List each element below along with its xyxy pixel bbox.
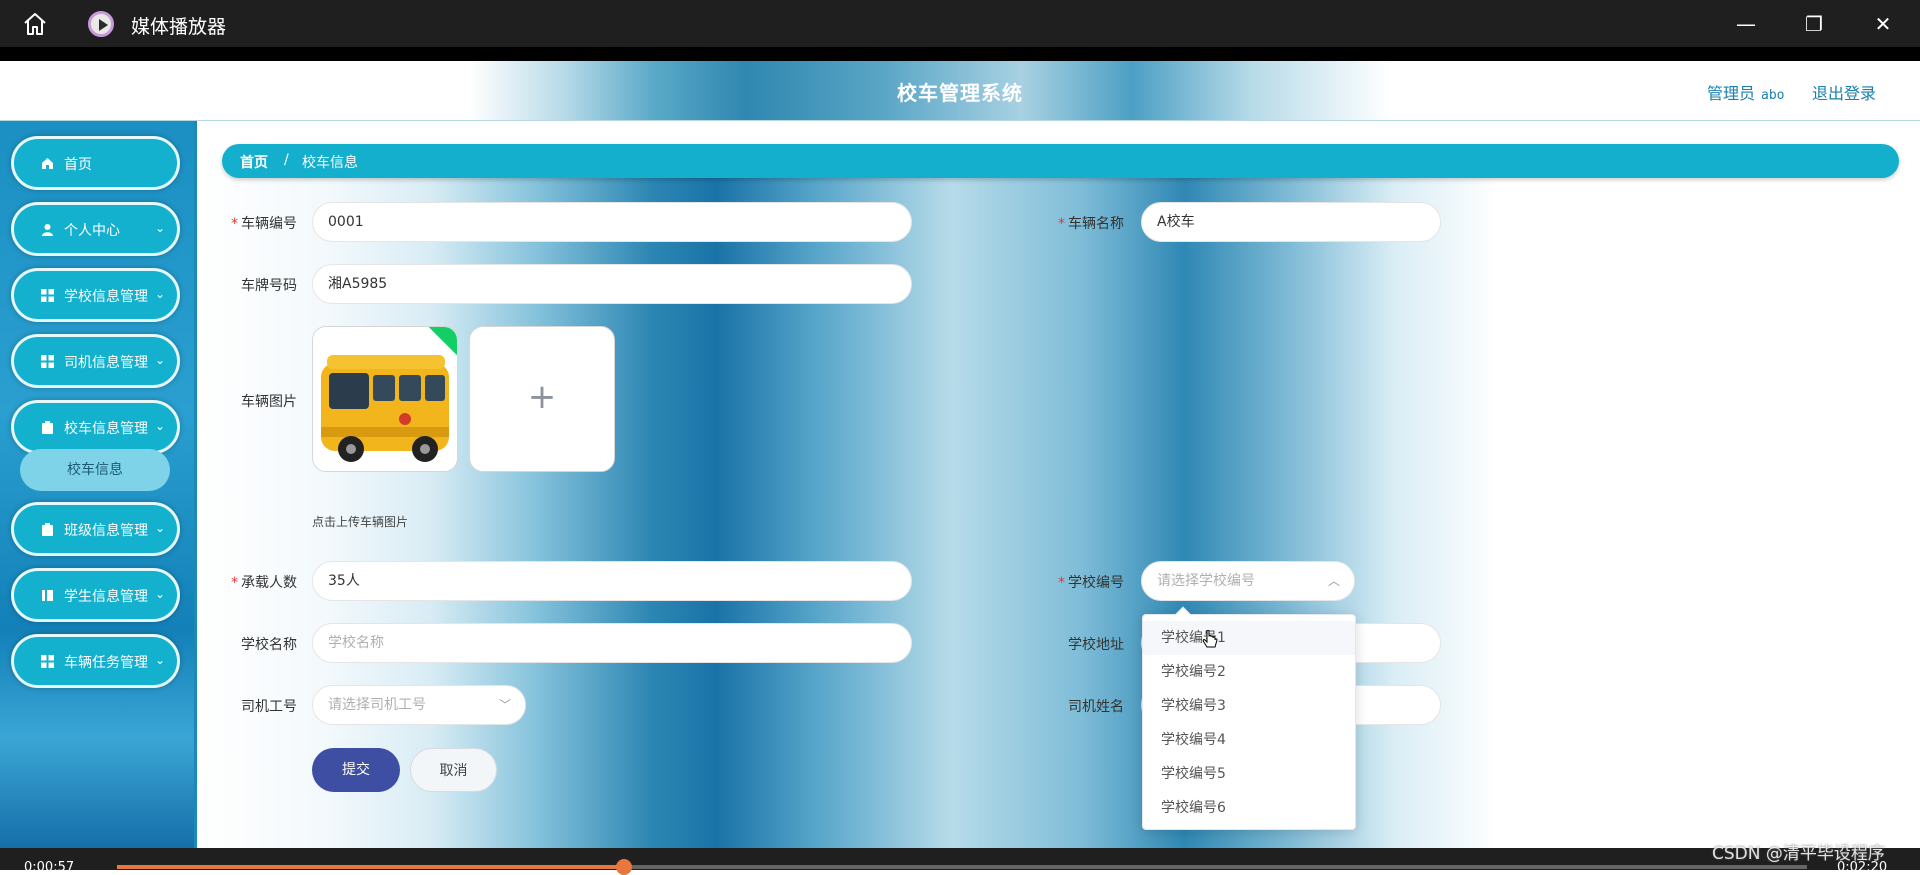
chevron-down-icon: ⌄ bbox=[154, 587, 165, 601]
school-name-input[interactable]: 学校名称 bbox=[312, 623, 912, 663]
vehicle-name-input[interactable]: A校车 bbox=[1141, 202, 1441, 242]
app-header: 校车管理系统 管理员 abo 退出登录 bbox=[0, 61, 1920, 121]
breadcrumb-separator: / bbox=[284, 152, 289, 168]
capacity-input[interactable]: 35人 bbox=[312, 561, 912, 601]
sidebar-item-label: 学生信息管理 bbox=[64, 589, 148, 605]
sidebar-item-label: 首页 bbox=[64, 157, 92, 173]
sidebar-item-label: 班级信息管理 bbox=[64, 523, 148, 539]
mouse-cursor-icon bbox=[1202, 630, 1218, 648]
required-mark: * bbox=[1058, 216, 1065, 232]
sidebar-item-home[interactable]: 首页 bbox=[11, 136, 180, 190]
required-mark: * bbox=[231, 575, 238, 591]
school-no-label: * 学校编号 bbox=[1058, 575, 1124, 591]
grid-icon bbox=[41, 655, 54, 668]
upload-add-button[interactable]: + bbox=[469, 326, 615, 472]
home-icon[interactable] bbox=[22, 12, 48, 36]
driver-no-select[interactable]: 请选择司机工号 ﹀ bbox=[312, 685, 526, 725]
media-player-logo-icon bbox=[88, 11, 114, 37]
grid-icon bbox=[41, 289, 54, 302]
chevron-down-icon: ﹀ bbox=[498, 698, 511, 712]
admin-info: 管理员 abo bbox=[1707, 80, 1785, 104]
sidebar-item-school-management[interactable]: 学校信息管理 ⌄ bbox=[11, 268, 180, 322]
uploaded-bus-image[interactable] bbox=[312, 326, 458, 472]
chevron-down-icon: ⌄ bbox=[154, 653, 165, 667]
sidebar-item-driver-management[interactable]: 司机信息管理 ⌄ bbox=[11, 334, 180, 388]
admin-label: 管理员 bbox=[1707, 84, 1756, 103]
sidebar-item-task-management[interactable]: 车辆任务管理 ⌄ bbox=[11, 634, 180, 688]
dropdown-option[interactable]: 学校编号3 bbox=[1143, 689, 1355, 723]
sidebar-item-label: 车辆任务管理 bbox=[64, 655, 148, 671]
chevron-up-icon: ︿ bbox=[1327, 574, 1340, 588]
breadcrumb-home[interactable]: 首页 bbox=[240, 152, 268, 172]
close-button[interactable]: ✕ bbox=[1868, 10, 1898, 38]
chevron-down-icon: ⌄ bbox=[154, 353, 165, 367]
sidebar: 首页 个人中心 ⌄ 学校信息管理 ⌄ 司机信息管理 ⌄ 校车信息管理 ⌄ 校车信… bbox=[0, 121, 197, 848]
restore-button[interactable]: ❐ bbox=[1799, 10, 1829, 38]
breadcrumb: 首页 / 校车信息 bbox=[222, 144, 1899, 178]
logout-link[interactable]: 退出登录 bbox=[1812, 80, 1876, 104]
required-mark: * bbox=[231, 216, 238, 232]
book-icon bbox=[42, 590, 53, 601]
user-icon bbox=[42, 224, 53, 236]
grid-icon bbox=[41, 355, 54, 368]
dropdown-option[interactable]: 学校编号6 bbox=[1143, 791, 1355, 825]
driver-no-label: 司机工号 bbox=[241, 699, 297, 715]
clipboard-icon bbox=[42, 523, 53, 536]
vehicle-no-input[interactable]: 0001 bbox=[312, 202, 912, 242]
minimize-button[interactable]: — bbox=[1731, 10, 1761, 38]
watermark: CSDN @清平毕设程序 bbox=[1712, 844, 1885, 864]
school-address-label: 学校地址 bbox=[1068, 637, 1124, 653]
admin-username: abo bbox=[1761, 88, 1785, 103]
window-title: 媒体播放器 bbox=[131, 16, 227, 38]
home-icon bbox=[42, 158, 53, 169]
sidebar-item-label: 司机信息管理 bbox=[64, 355, 148, 371]
chevron-down-icon: ⌄ bbox=[154, 287, 165, 301]
school-bus-image bbox=[313, 327, 457, 471]
plate-no-input[interactable]: 湘A5985 bbox=[312, 264, 912, 304]
chevron-down-icon: ⌄ bbox=[154, 521, 165, 535]
system-title: 校车管理系统 bbox=[897, 81, 1023, 105]
progress-fill bbox=[117, 865, 624, 869]
dropdown-option[interactable]: 学校编号4 bbox=[1143, 723, 1355, 757]
plate-no-label: 车牌号码 bbox=[241, 278, 297, 294]
sidebar-item-label: 校车信息管理 bbox=[64, 421, 148, 437]
dropdown-option[interactable]: 学校编号2 bbox=[1143, 655, 1355, 689]
clipboard-icon bbox=[42, 421, 53, 434]
main-content: 首页 / 校车信息 * 车辆编号 0001 * 车辆名称 A校车 车牌号码 湘A59… bbox=[197, 121, 1920, 848]
current-time: 0:00:57 bbox=[24, 860, 75, 875]
capacity-label: * 承载人数 bbox=[231, 575, 297, 591]
progress-knob[interactable] bbox=[616, 859, 632, 875]
required-mark: * bbox=[1058, 575, 1065, 591]
sidebar-item-label: 个人中心 bbox=[64, 223, 120, 239]
video-letterbox bbox=[0, 47, 1920, 61]
dropdown-option[interactable]: 学校编号1 bbox=[1143, 621, 1355, 655]
chevron-down-icon: ⌄ bbox=[154, 419, 165, 433]
media-player-titlebar: 媒体播放器 — ❐ ✕ bbox=[0, 0, 1920, 47]
dropdown-option[interactable]: 学校编号5 bbox=[1143, 757, 1355, 791]
vehicle-name-label: * 车辆名称 bbox=[1058, 216, 1124, 232]
upload-tip: 点击上传车辆图片 bbox=[312, 515, 409, 529]
sidebar-item-class-management[interactable]: 班级信息管理 ⌄ bbox=[11, 502, 180, 556]
sidebar-subitem-bus-info[interactable]: 校车信息 bbox=[20, 449, 170, 491]
progress-track[interactable] bbox=[117, 859, 1807, 875]
submit-button[interactable]: 提交 bbox=[312, 748, 400, 792]
school-no-select[interactable]: 请选择学校编号 ︿ bbox=[1141, 561, 1355, 601]
school-no-placeholder: 请选择学校编号 bbox=[1157, 573, 1255, 589]
chevron-down-icon: ⌄ bbox=[154, 221, 165, 235]
vehicle-image-label: 车辆图片 bbox=[241, 394, 297, 410]
breadcrumb-current: 校车信息 bbox=[302, 155, 358, 171]
sidebar-item-personal-center[interactable]: 个人中心 ⌄ bbox=[11, 202, 180, 256]
school-no-dropdown: 学校编号1 学校编号2 学校编号3 学校编号4 学校编号5 学校编号6 bbox=[1142, 606, 1356, 830]
sidebar-item-student-management[interactable]: 学生信息管理 ⌄ bbox=[11, 568, 180, 622]
cancel-button[interactable]: 取消 bbox=[410, 748, 497, 792]
sidebar-item-bus-management[interactable]: 校车信息管理 ⌄ bbox=[11, 400, 180, 454]
vehicle-no-label: * 车辆编号 bbox=[231, 216, 297, 232]
media-player-controls: 0:00:57 0:02:20 bbox=[0, 848, 1920, 875]
school-name-label: 学校名称 bbox=[241, 637, 297, 653]
driver-no-placeholder: 请选择司机工号 bbox=[328, 697, 426, 713]
sidebar-item-label: 学校信息管理 bbox=[64, 289, 148, 305]
driver-name-label: 司机姓名 bbox=[1068, 699, 1124, 715]
